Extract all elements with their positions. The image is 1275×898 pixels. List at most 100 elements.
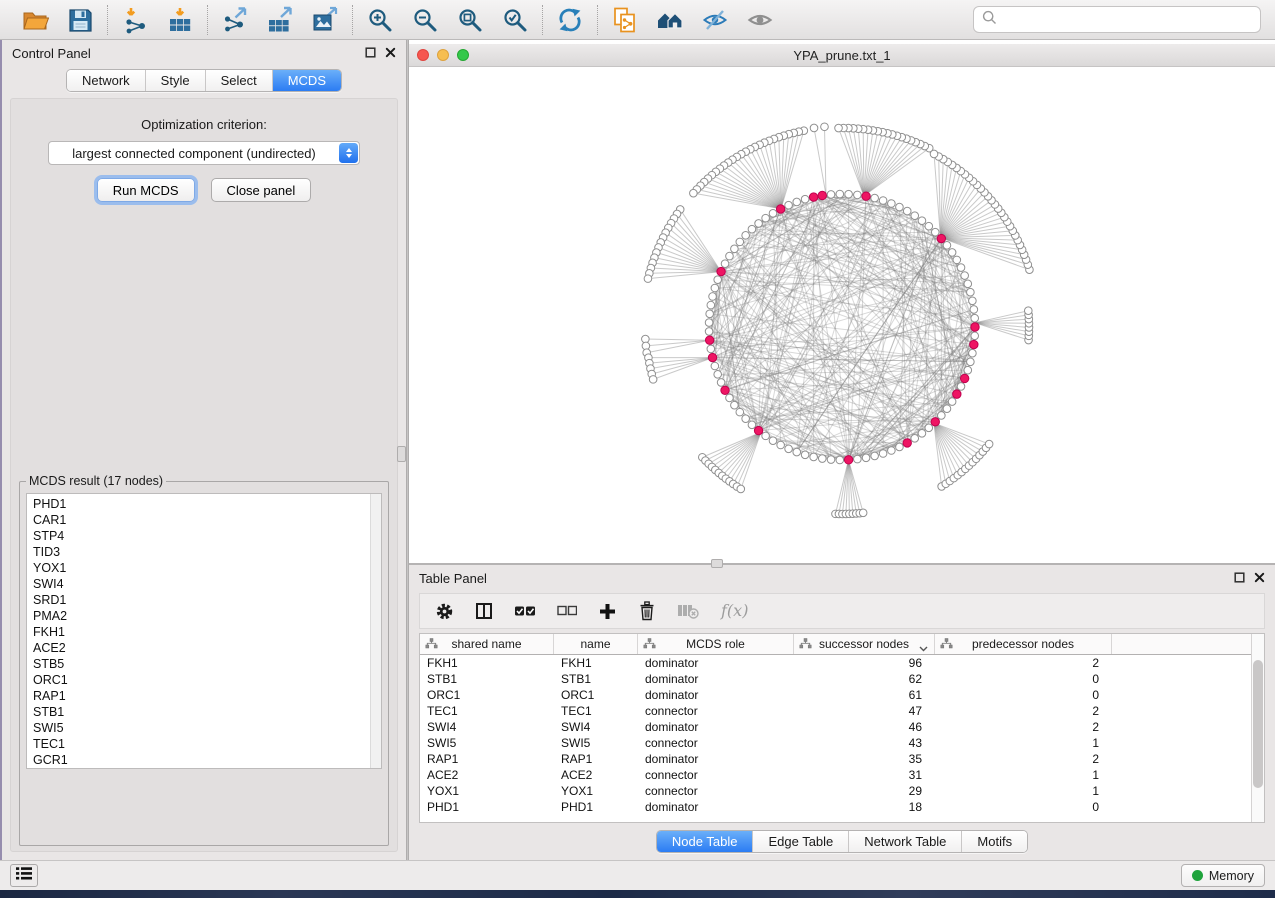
close-panel-icon[interactable] [385,46,396,61]
close-panel-icon[interactable] [1254,571,1265,586]
cell-name: YOX1 [554,784,638,798]
splitter-handle[interactable] [397,446,406,462]
new-network-from-selection-icon[interactable] [611,6,639,34]
cell-shared-name: ORC1 [420,688,554,702]
table-row[interactable]: RAP1RAP1dominator352 [420,751,1264,767]
column-header-predecessor-nodes[interactable]: predecessor nodes [935,634,1112,654]
cell-MCDS-role: dominator [638,720,794,734]
table-row[interactable]: PHD1PHD1dominator180 [420,799,1264,815]
table-row[interactable]: SWI4SWI4dominator462 [420,719,1264,735]
mcds-result-item[interactable]: SRD1 [33,592,370,608]
column-header-MCDS-role[interactable]: MCDS role [638,634,794,654]
cell-shared-name: SWI5 [420,736,554,750]
network-graph[interactable] [409,67,1275,563]
float-panel-icon[interactable] [365,46,376,61]
cell-successor-nodes: 29 [794,784,935,798]
tab-edge-table[interactable]: Edge Table [752,831,848,852]
zoom-fit-icon[interactable] [456,6,484,34]
mcds-result-item[interactable]: YOX1 [33,560,370,576]
delete-column-icon[interactable] [638,601,656,621]
table-row[interactable]: ORC1ORC1dominator610 [420,687,1264,703]
node-table: shared name name MCDS rolesuccessor nodesp… [419,633,1265,823]
tab-style[interactable]: Style [145,70,205,91]
function-builder-disabled-icon: f(x) [720,600,756,622]
run-mcds-button[interactable]: Run MCDS [97,178,195,202]
select-all-icon[interactable] [514,604,536,618]
zoom-selected-icon[interactable] [501,6,529,34]
table-scrollbar[interactable] [1251,634,1264,822]
float-panel-icon[interactable] [1234,571,1245,586]
mcds-result-scrollbar[interactable] [370,494,381,768]
hide-selected-icon[interactable] [701,6,729,34]
refresh-icon[interactable] [556,6,584,34]
zoom-in-icon[interactable] [366,6,394,34]
show-all-icon[interactable] [746,6,774,34]
mcds-result-item[interactable]: GCR1 [33,752,370,768]
toolbar-group [8,6,107,34]
first-neighbors-icon[interactable] [656,6,684,34]
mcds-result-item[interactable]: RAP1 [33,688,370,704]
mcds-result-item[interactable]: FKH1 [33,624,370,640]
mcds-result-item[interactable]: PMA2 [33,608,370,624]
panel-splitter-horizontal[interactable] [409,563,1275,565]
window-close-button[interactable] [417,49,429,61]
zoom-out-icon[interactable] [411,6,439,34]
table-row[interactable]: YOX1YOX1connector291 [420,783,1264,799]
table-row[interactable]: STB1STB1dominator620 [420,671,1264,687]
task-history-button[interactable] [10,864,38,887]
cell-shared-name: PHD1 [420,800,554,814]
column-header-name[interactable]: name [554,634,638,654]
tab-network[interactable]: Network [67,70,145,91]
search-input[interactable] [1003,11,1252,28]
add-column-icon[interactable] [598,602,617,621]
split-view-icon[interactable] [475,602,493,620]
optimization-criterion-select[interactable]: largest connected component (undirected) [48,141,360,165]
mcds-result-box: MCDS result (17 nodes) PHD1CAR1STP4TID3Y… [19,474,389,846]
status-bar: Memory [0,860,1275,890]
import-network-icon[interactable] [121,6,149,34]
mcds-result-item[interactable]: SWI5 [33,720,370,736]
tab-mcds[interactable]: MCDS [272,70,341,91]
mcds-result-item[interactable]: STP4 [33,528,370,544]
mcds-result-item[interactable]: PHD1 [33,496,370,512]
mcds-result-item[interactable]: ACE2 [33,640,370,656]
splitter-handle[interactable] [711,559,723,568]
settings-icon[interactable] [435,602,454,621]
mcds-result-item[interactable]: STB1 [33,704,370,720]
close-panel-button[interactable]: Close panel [211,178,312,202]
import-table-icon[interactable] [166,6,194,34]
export-table-icon[interactable] [266,6,294,34]
scrollbar-thumb[interactable] [1253,660,1263,788]
table-row[interactable]: FKH1FKH1dominator962 [420,655,1264,671]
export-image-icon[interactable] [311,6,339,34]
column-label: name [580,637,610,651]
tab-node-table[interactable]: Node Table [657,831,753,852]
memory-button[interactable]: Memory [1181,864,1265,887]
search-box[interactable] [973,6,1261,33]
optimization-criterion-value: largest connected component (undirected) [49,146,359,161]
mcds-result-item[interactable]: TEC1 [33,736,370,752]
mcds-result-item[interactable]: ORC1 [33,672,370,688]
window-minimize-button[interactable] [437,49,449,61]
open-icon[interactable] [21,6,49,34]
toolbar-group [108,6,207,34]
window-zoom-button[interactable] [457,49,469,61]
column-header-successor-nodes[interactable]: successor nodes [794,634,935,654]
mcds-result-item[interactable]: SWI4 [33,576,370,592]
mcds-result-item[interactable]: STB5 [33,656,370,672]
table-row[interactable]: TEC1TEC1connector472 [420,703,1264,719]
tab-network-table[interactable]: Network Table [848,831,961,852]
save-icon[interactable] [66,6,94,34]
export-network-icon[interactable] [221,6,249,34]
table-row[interactable]: ACE2ACE2connector311 [420,767,1264,783]
table-row[interactable]: SWI5SWI5connector431 [420,735,1264,751]
column-header-shared-name[interactable]: shared name [420,634,554,654]
desktop-background [0,890,1275,898]
cell-predecessor-nodes: 2 [935,720,1112,734]
mcds-result-item[interactable]: CAR1 [33,512,370,528]
table-panel-title: Table Panel [419,571,487,586]
tab-select[interactable]: Select [205,70,272,91]
deselect-all-icon[interactable] [557,605,577,617]
mcds-result-item[interactable]: TID3 [33,544,370,560]
tab-motifs[interactable]: Motifs [961,831,1027,852]
